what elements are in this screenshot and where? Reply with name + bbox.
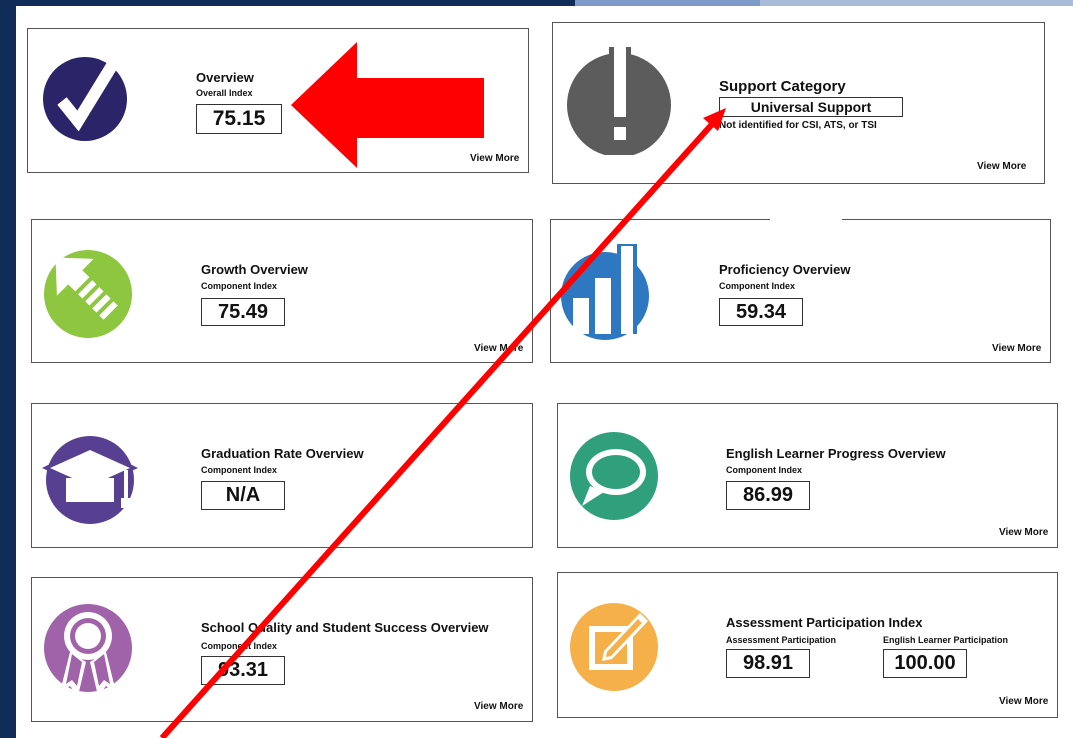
school-quality-title: School Quality and Student Success Overv…	[201, 620, 489, 635]
overview-subtitle: Overall Index	[196, 88, 253, 98]
assessment-participation-view-more-link[interactable]: View More	[999, 696, 1048, 707]
proficiency-overview-subtitle: Component Index	[719, 281, 795, 291]
growth-overview-value: 75.49	[201, 298, 285, 326]
overview-card: Overview Overall Index 75.15 View More	[27, 28, 529, 173]
support-category-card: Support Category Universal Support Not i…	[552, 22, 1045, 184]
school-quality-view-more-link[interactable]: View More	[474, 701, 523, 712]
speech-bubble-icon	[566, 428, 662, 524]
school-quality-card: School Quality and Student Success Overv…	[31, 577, 533, 722]
graduation-cap-icon	[38, 430, 142, 526]
pencil-square-icon	[568, 599, 664, 695]
background-top-bar-lighter	[760, 0, 1073, 6]
growth-overview-subtitle: Component Index	[201, 281, 277, 291]
card-border-gap	[770, 217, 842, 222]
bar-chart-icon	[559, 240, 655, 340]
overview-view-more-link[interactable]: View More	[470, 153, 519, 164]
school-quality-value: 93.31	[201, 656, 285, 685]
support-category-view-more-link[interactable]: View More	[977, 161, 1026, 172]
english-learner-title: English Learner Progress Overview	[726, 446, 946, 461]
english-learner-participation-subtitle: English Learner Participation	[883, 635, 1009, 645]
overview-value: 75.15	[196, 104, 282, 134]
english-learner-value: 86.99	[726, 481, 810, 510]
english-learner-subtitle: Component Index	[726, 465, 802, 475]
assessment-participation-subtitle: Assessment Participation	[726, 635, 837, 645]
growth-overview-title: Growth Overview	[201, 262, 308, 277]
support-category-title: Support Category	[719, 78, 846, 95]
proficiency-overview-view-more-link[interactable]: View More	[992, 343, 1041, 354]
exclamation-icon	[563, 43, 675, 155]
award-ribbon-icon	[40, 600, 136, 700]
growth-overview-view-more-link[interactable]: View More	[474, 343, 523, 354]
proficiency-overview-title: Proficiency Overview	[719, 262, 851, 277]
graduation-rate-card: Graduation Rate Overview Component Index…	[31, 403, 533, 548]
english-learner-card: English Learner Progress Overview Compon…	[557, 403, 1058, 548]
growth-overview-card: Growth Overview Component Index 75.49 Vi…	[31, 219, 533, 363]
graduation-rate-title: Graduation Rate Overview	[201, 446, 364, 461]
growth-arrow-icon	[40, 242, 136, 338]
support-category-value: Universal Support	[719, 97, 903, 117]
english-learner-participation-value: 100.00	[883, 649, 967, 678]
overview-title: Overview	[196, 70, 254, 85]
school-quality-subtitle: Component Index	[201, 641, 277, 651]
assessment-participation-card: Assessment Participation Index Assessmen…	[557, 572, 1058, 718]
background-left-bar	[0, 0, 16, 738]
proficiency-overview-value: 59.34	[719, 298, 803, 326]
assessment-participation-title: Assessment Participation Index	[726, 615, 923, 630]
support-category-note: Not identified for CSI, ATS, or TSI	[719, 120, 877, 131]
proficiency-overview-card: Proficiency Overview Component Index 59.…	[550, 219, 1051, 363]
checkmark-icon	[38, 49, 132, 143]
graduation-rate-subtitle: Component Index	[201, 465, 277, 475]
english-learner-view-more-link[interactable]: View More	[999, 527, 1048, 538]
assessment-participation-value: 98.91	[726, 649, 810, 678]
graduation-rate-value: N/A	[201, 481, 285, 510]
